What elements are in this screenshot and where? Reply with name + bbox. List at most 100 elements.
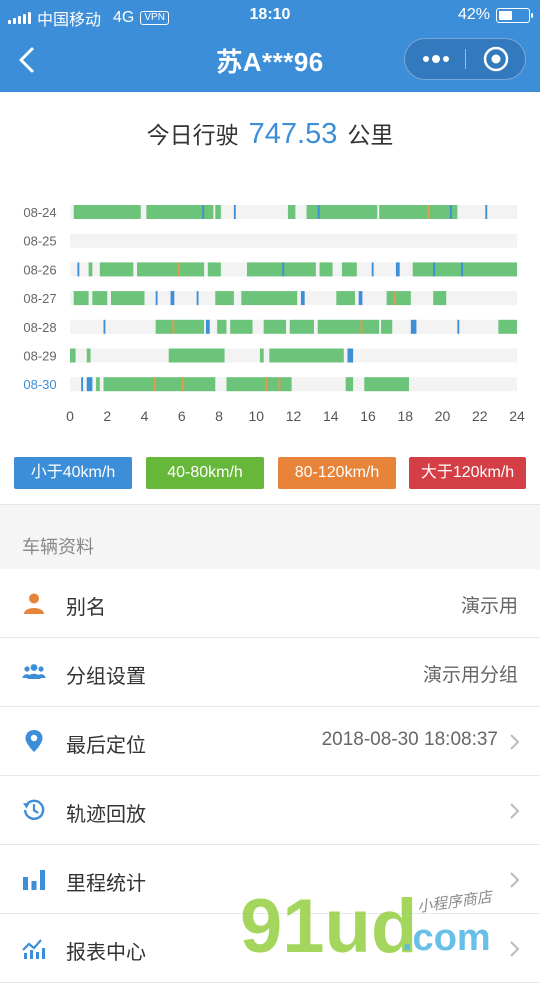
timeline-segment — [92, 291, 108, 306]
timeline-segment — [153, 377, 156, 392]
legend-40-80: 40-80km/h — [146, 457, 264, 489]
battery-percent: 42% — [457, 6, 490, 23]
timeline-segment — [205, 319, 210, 334]
timeline-segment — [181, 377, 184, 392]
timeline-segment — [178, 262, 180, 277]
timeline-segment — [226, 377, 292, 392]
x-tick-label: 16 — [360, 408, 376, 424]
row-label: 报表中心 — [66, 942, 146, 964]
section-title: 车辆资料 — [22, 537, 94, 557]
row-label: 最后定位 — [66, 735, 146, 757]
row-value: 演示用分组 — [422, 665, 518, 686]
timeline-track — [70, 233, 517, 248]
timeline-segment — [88, 262, 93, 277]
timeline-segment — [103, 319, 106, 334]
x-tick-label: 8 — [215, 408, 223, 424]
timeline-segment — [81, 377, 84, 392]
timeline-segment — [287, 205, 296, 219]
row-value: 演示用 — [460, 596, 518, 617]
close-button[interactable] — [466, 39, 526, 79]
timeline-segment — [341, 262, 357, 277]
timeline-segment — [457, 319, 460, 334]
chevron-right-icon — [510, 941, 520, 957]
timeline-segment — [202, 205, 205, 219]
more-button[interactable] — [405, 39, 465, 79]
timeline-segment — [485, 205, 488, 219]
chevron-right-icon — [510, 734, 520, 750]
timeline-segment — [379, 205, 458, 219]
row-date-label: 08-28 — [23, 320, 56, 335]
person-icon — [24, 593, 44, 614]
timeline-segment — [461, 262, 463, 277]
row-track-playback[interactable]: 轨迹回放 — [0, 776, 540, 845]
timeline-segment — [317, 205, 320, 219]
history-icon — [23, 799, 45, 820]
x-tick-label: 0 — [66, 408, 74, 424]
timeline-segment — [289, 319, 314, 334]
timeline-segment — [265, 377, 268, 392]
timeline-segment — [306, 205, 378, 219]
row-date-label: 08-27 — [23, 291, 56, 306]
timeline-segment — [394, 291, 396, 306]
legend-above-120: 大于120km/h — [409, 457, 526, 489]
row-value: 2018-08-30 18:08:37 — [321, 729, 498, 750]
timeline-segment — [300, 291, 305, 306]
section-header: 车辆资料 — [0, 504, 540, 570]
row-alias[interactable]: 别名 演示用 — [0, 569, 540, 638]
status-right: 42% — [457, 6, 533, 24]
timeline-segment — [215, 205, 221, 219]
timeline-segment — [155, 319, 205, 334]
row-date-label: 08-26 — [23, 262, 56, 277]
x-tick-label: 18 — [397, 408, 413, 424]
timeline-segment — [172, 319, 175, 334]
timeline-segment — [347, 348, 354, 363]
timeline-segment — [433, 262, 436, 277]
timeline-segment — [427, 205, 430, 219]
timeline-segment — [233, 205, 236, 219]
timeline-segment — [259, 348, 264, 363]
x-tick-label: 22 — [472, 408, 488, 424]
timeline-segment — [412, 262, 517, 277]
timeline-segment — [433, 291, 447, 306]
timeline-segment — [99, 262, 134, 277]
row-label: 里程统计 — [66, 873, 146, 895]
timeline-segment — [246, 262, 316, 277]
status-bar: 中国移动 4G VPN 18:10 42% — [0, 0, 540, 30]
timeline-segment — [196, 291, 199, 306]
timeline-segment — [319, 262, 333, 277]
row-label: 分组设置 — [66, 666, 146, 688]
location-pin-icon — [25, 730, 43, 752]
row-label: 别名 — [66, 597, 106, 619]
daily-distance-summary: 今日行驶 747.53 公里 — [0, 116, 540, 151]
more-dots-icon — [423, 55, 449, 63]
timeline-segment — [155, 291, 158, 306]
timeline-segment — [137, 262, 205, 277]
timeline-segment — [410, 319, 417, 334]
x-tick-label: 24 — [509, 408, 525, 424]
row-group-settings[interactable]: 分组设置 演示用分组 — [0, 638, 540, 707]
x-tick-label: 20 — [435, 408, 451, 424]
row-label: 轨迹回放 — [66, 804, 146, 826]
timeline-segment — [381, 319, 393, 334]
row-mileage-stats[interactable]: 里程统计 — [0, 845, 540, 914]
x-tick-label: 12 — [286, 408, 302, 424]
timeline-segment — [215, 291, 234, 306]
row-last-location[interactable]: 最后定位 2018-08-30 18:08:37 — [0, 707, 540, 776]
driving-timeline-chart: 08-2408-2508-2608-2708-2808-2908-300 2 4 6 8… — [23, 205, 525, 424]
timeline-segment — [77, 262, 80, 277]
timeline-segment — [360, 319, 363, 334]
timeline-segment — [170, 291, 175, 306]
x-tick-label: 2 — [103, 408, 111, 424]
chevron-right-icon — [510, 872, 520, 888]
mini-program-capsule — [404, 38, 526, 80]
timeline-segment — [207, 262, 221, 277]
timeline-segment — [168, 348, 225, 363]
timeline-segment — [345, 377, 354, 392]
summary-unit: 公里 — [347, 122, 394, 148]
timeline-segment — [217, 319, 227, 334]
timeline-segment — [498, 319, 517, 334]
target-circle-icon — [483, 46, 509, 72]
x-tick-label: 14 — [323, 408, 339, 424]
row-report-center[interactable]: 报表中心 — [0, 914, 540, 983]
timeline-segment — [73, 205, 141, 219]
